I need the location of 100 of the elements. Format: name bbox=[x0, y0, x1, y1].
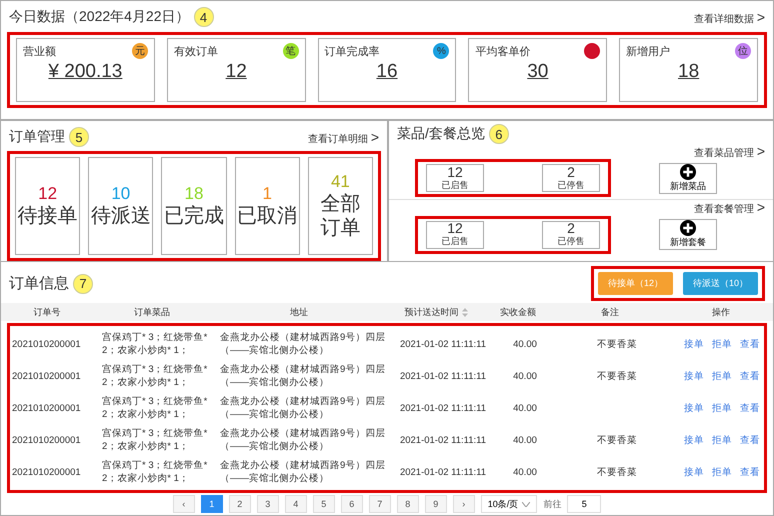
table-cell: 2021010200001 bbox=[12, 434, 81, 446]
table-cell: 2021-01-02 11:11:11 bbox=[400, 466, 486, 478]
unit-badge: 位 bbox=[734, 43, 751, 59]
stat-count: 2 bbox=[567, 164, 575, 179]
details-link[interactable]: 查看订单明细 > bbox=[308, 128, 379, 146]
stat-value[interactable]: 30 bbox=[527, 61, 548, 83]
order-status-tile[interactable]: 41 全部订单 bbox=[308, 157, 374, 255]
page-button[interactable]: 9 bbox=[424, 495, 447, 513]
action-link[interactable]: 接单 bbox=[684, 370, 704, 382]
order-count: 41 bbox=[330, 172, 350, 192]
page-button[interactable]: 4 bbox=[284, 495, 307, 513]
column-header: 操作 bbox=[712, 306, 730, 318]
table-cell: 宫保鸡丁* 3；红烧带鱼* 2；农家小炒肉* 1； bbox=[102, 428, 208, 452]
page-size-dropdown[interactable]: 10条/页 bbox=[480, 495, 538, 513]
details-link[interactable]: 查看菜品管理 > bbox=[694, 144, 765, 160]
order-status-tile[interactable]: 1 已取消 bbox=[234, 157, 300, 255]
page-button[interactable]: 2 bbox=[228, 495, 251, 513]
section-title: 菜品/套餐总览 bbox=[397, 125, 485, 143]
action-link[interactable]: 查看 bbox=[740, 466, 760, 478]
table-cell: 金燕龙办公楼（建材城西路9号）四层（——宾馆北侧办公楼） bbox=[220, 460, 386, 484]
details-link[interactable]: 查看套餐管理 > bbox=[694, 200, 765, 216]
callout-number: 7 bbox=[73, 274, 93, 294]
unit-badge: % bbox=[433, 43, 450, 59]
page-button[interactable]: 6 bbox=[340, 495, 363, 513]
table-cell: 金燕龙办公楼（建材城西路9号）四层（——宾馆北侧办公楼） bbox=[220, 396, 386, 420]
action-link[interactable]: 拒单 bbox=[712, 370, 732, 382]
previous-page-button[interactable]: ‹ bbox=[172, 495, 195, 513]
page-button[interactable]: 7 bbox=[368, 495, 391, 513]
action-link[interactable]: 拒单 bbox=[712, 338, 732, 350]
table-cell: 宫保鸡丁* 3；红烧带鱼* 2；农家小炒肉* 1； bbox=[102, 396, 208, 420]
table-cell: 不要香菜 bbox=[597, 338, 637, 350]
order-status-label: 待派送 bbox=[90, 204, 151, 228]
action-link[interactable]: 查看 bbox=[740, 402, 760, 414]
table-cell: 不要香菜 bbox=[597, 466, 637, 478]
action-link[interactable]: 接单 bbox=[684, 338, 704, 350]
stat-count: 12 bbox=[447, 164, 463, 179]
stat-value[interactable]: 18 bbox=[678, 61, 700, 83]
stat-label: 营业额 bbox=[23, 44, 56, 58]
add-button[interactable]: 新增套餐 bbox=[659, 219, 717, 250]
stat-count: 2 bbox=[567, 221, 575, 236]
stat-count: 12 bbox=[447, 221, 463, 236]
table-cell: 40.00 bbox=[513, 466, 537, 478]
stat-label: 平均客单价 bbox=[475, 44, 530, 58]
table-cell: 2021-01-02 11:11:11 bbox=[400, 338, 486, 350]
action-link[interactable]: 拒单 bbox=[712, 402, 732, 414]
table-cell: 宫保鸡丁* 3；红烧带鱼* 2；农家小炒肉* 1； bbox=[102, 460, 208, 484]
column-header: 备注 bbox=[601, 306, 619, 318]
action-link[interactable]: 拒单 bbox=[712, 434, 732, 446]
column-header: 订单菜品 bbox=[134, 306, 170, 318]
callout-number: 5 bbox=[69, 127, 89, 147]
table-cell: 40.00 bbox=[513, 338, 537, 350]
unit-badge: 笔 bbox=[282, 43, 299, 59]
order-count: 18 bbox=[184, 184, 204, 204]
order-count: 1 bbox=[262, 184, 272, 204]
unit-badge: 元 bbox=[132, 43, 148, 59]
table-cell: 不要香菜 bbox=[597, 370, 637, 382]
action-link[interactable]: 拒单 bbox=[712, 466, 732, 478]
action-link[interactable]: 查看 bbox=[740, 338, 760, 350]
order-count: 10 bbox=[111, 184, 130, 204]
order-status-tile[interactable]: 10 待派送 bbox=[88, 157, 154, 255]
page-button[interactable]: 8 bbox=[396, 495, 419, 513]
order-status-tile[interactable]: 12 待接单 bbox=[15, 157, 80, 255]
table-cell: 2021-01-02 11:11:11 bbox=[400, 402, 486, 414]
page-button[interactable]: 3 bbox=[256, 495, 279, 513]
table-cell: 2021-01-02 11:11:11 bbox=[400, 434, 486, 446]
action-link[interactable]: 接单 bbox=[684, 466, 704, 478]
stat-label: 已停售 bbox=[558, 235, 584, 248]
stat-value[interactable]: 16 bbox=[376, 61, 398, 83]
action-link[interactable]: 查看 bbox=[740, 434, 760, 446]
table-cell: 2021010200001 bbox=[12, 402, 81, 414]
stat-label: 订单完成率 bbox=[324, 44, 380, 58]
column-header: 订单号 bbox=[34, 306, 60, 318]
column-header: 地址 bbox=[290, 306, 308, 318]
action-link[interactable]: 查看 bbox=[740, 370, 760, 382]
stat-value[interactable]: 12 bbox=[226, 61, 247, 83]
table-cell: 金燕龙办公楼（建材城西路9号）四层（——宾馆北侧办公楼） bbox=[220, 332, 386, 356]
column-header: 实收金额 bbox=[500, 306, 536, 318]
action-link[interactable]: 接单 bbox=[684, 434, 704, 446]
stat-value[interactable]: ¥ 200.13 bbox=[48, 61, 122, 83]
page-jump-field[interactable]: 5 bbox=[567, 495, 602, 513]
order-status-tile[interactable]: 18 已完成 bbox=[161, 157, 227, 255]
order-status-label: 全部订单 bbox=[319, 192, 362, 240]
table-cell: 金燕龙办公楼（建材城西路9号）四层（——宾馆北侧办公楼） bbox=[220, 364, 386, 388]
details-link[interactable]: 查看详细数据 > bbox=[694, 8, 765, 26]
order-status-label: 待接单 bbox=[18, 204, 78, 228]
stat-label: 已启售 bbox=[442, 178, 468, 192]
next-page-button[interactable]: › bbox=[452, 495, 475, 513]
table-cell: 40.00 bbox=[513, 434, 537, 446]
table-cell: 不要香菜 bbox=[597, 434, 637, 446]
section-title: 订单管理 bbox=[9, 128, 65, 146]
action-link[interactable]: 接单 bbox=[684, 402, 704, 414]
stat-label: 已启售 bbox=[442, 235, 468, 248]
page-button[interactable]: 5 bbox=[312, 495, 335, 513]
add-button[interactable]: 新增菜品 bbox=[659, 162, 717, 194]
stat-label: 有效订单 bbox=[174, 44, 218, 58]
section-title: 今日数据（2022年4月22日） bbox=[9, 8, 190, 26]
callout-number: 6 bbox=[488, 124, 509, 144]
table-cell: 2021-01-02 11:11:11 bbox=[400, 370, 486, 382]
jump-label: 前往 bbox=[543, 498, 562, 510]
table-cell: 金燕龙办公楼（建材城西路9号）四层（——宾馆北侧办公楼） bbox=[220, 428, 386, 452]
